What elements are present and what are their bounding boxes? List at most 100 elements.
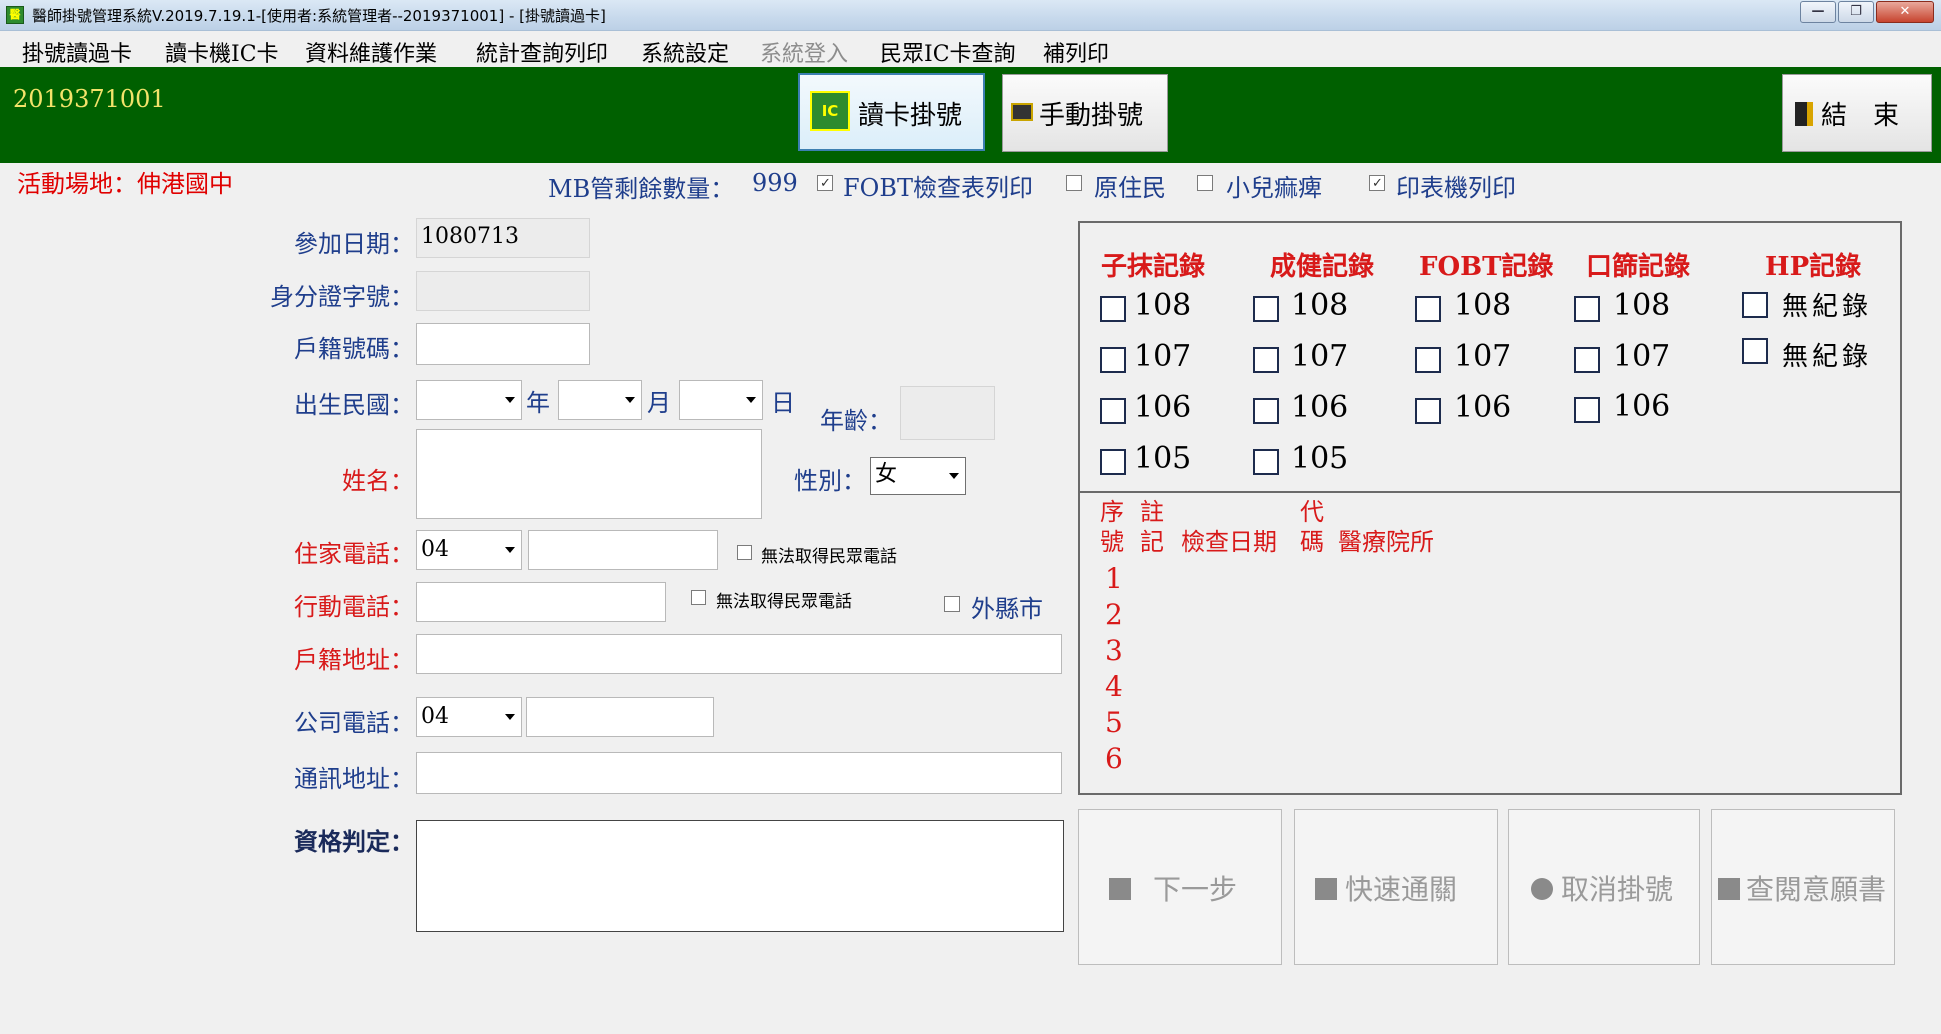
menu-data-maintenance[interactable]: 資料維護作業 [305, 36, 437, 68]
oral-106-label: 106 [1613, 389, 1671, 424]
view-consent-button[interactable]: 查閱意願書 [1711, 809, 1895, 965]
read-card-label: 讀卡掛號 [858, 101, 963, 131]
oral-record-header: 口篩記錄 [1586, 252, 1691, 282]
check-icon [1109, 878, 1131, 900]
cancel-registration-button[interactable]: 取消掛號 [1508, 809, 1700, 965]
menu-ic-card-query[interactable]: 民眾IC卡查詢 [880, 36, 1016, 68]
health-106-checkbox[interactable] [1253, 398, 1279, 424]
fobt-print-label: FOBT檢查表列印 [843, 174, 1033, 202]
minimize-button[interactable]: — [1800, 1, 1836, 23]
health-107-label: 107 [1291, 339, 1349, 374]
qualification-field[interactable] [416, 820, 1064, 932]
menu-statistics[interactable]: 統計查詢列印 [476, 36, 608, 68]
oral-107-checkbox[interactable] [1574, 347, 1600, 373]
chevron-down-icon [505, 714, 515, 720]
menu-registration[interactable]: 掛號讀過卡 [22, 36, 132, 68]
oral-108-label: 108 [1613, 288, 1671, 323]
health-108-checkbox[interactable] [1253, 296, 1279, 322]
name-label: 姓名： [342, 467, 414, 495]
birth-day-dropdown[interactable] [679, 380, 763, 420]
fast-pass-button[interactable]: 快速通關 [1294, 809, 1498, 965]
hp-record-1-checkbox[interactable] [1742, 292, 1768, 318]
pap-record-header: 子抹記錄 [1101, 252, 1206, 282]
pap-108-checkbox[interactable] [1100, 296, 1126, 322]
company-area-code-dropdown[interactable]: 04 [416, 697, 522, 737]
pap-107-label: 107 [1134, 339, 1192, 374]
fobt-106-checkbox[interactable] [1415, 398, 1441, 424]
fast-pass-label: 快速通關 [1345, 873, 1458, 906]
health-record-header: 成健記錄 [1270, 252, 1375, 282]
household-number-field[interactable] [416, 323, 590, 365]
polio-checkbox[interactable] [1197, 175, 1213, 191]
menu-card-reader[interactable]: 讀卡機IC卡 [165, 36, 279, 68]
company-phone-field[interactable] [526, 697, 714, 737]
gender-dropdown[interactable]: 女 [870, 457, 966, 495]
home-phone-label: 住家電話： [294, 540, 414, 568]
next-step-button[interactable]: 下一步 [1078, 809, 1282, 965]
col-seq-top: 序 [1100, 498, 1124, 526]
health-107-checkbox[interactable] [1253, 347, 1279, 373]
fobt-108-label: 108 [1454, 288, 1512, 323]
birth-month-dropdown[interactable] [558, 380, 642, 420]
no-mobile-phone-label: 無法取得民眾電話 [716, 592, 852, 612]
pap-105-checkbox[interactable] [1100, 449, 1126, 475]
exit-button[interactable]: 結 束 [1782, 74, 1932, 152]
age-field[interactable] [900, 386, 995, 440]
oral-108-checkbox[interactable] [1574, 296, 1600, 322]
manual-register-button[interactable]: 手動掛號 [1002, 74, 1168, 152]
hp-record-2-checkbox[interactable] [1742, 338, 1768, 364]
no-mobile-phone-checkbox[interactable] [691, 590, 706, 605]
read-card-button[interactable]: IC 讀卡掛號 [798, 73, 985, 151]
company-phone-label: 公司電話： [294, 709, 414, 737]
pap-106-checkbox[interactable] [1100, 398, 1126, 424]
menu-login: 系統登入 [760, 42, 849, 67]
out-of-county-label: 外縣市 [971, 595, 1043, 623]
menu-reprint[interactable]: 補列印 [1043, 36, 1109, 68]
health-106-label: 106 [1291, 390, 1349, 425]
out-of-county-checkbox[interactable] [944, 596, 960, 612]
gender-label: 性別： [794, 467, 866, 495]
aboriginal-checkbox[interactable] [1066, 175, 1082, 191]
birth-year-dropdown[interactable] [416, 380, 522, 420]
manual-register-label: 手動掛號 [1039, 101, 1144, 131]
row-5-seq: 5 [1105, 706, 1123, 739]
printer-print-checkbox[interactable] [1369, 175, 1385, 191]
mobile-phone-label: 行動電話： [294, 593, 414, 621]
pap-106-label: 106 [1134, 390, 1192, 425]
health-105-checkbox[interactable] [1253, 449, 1279, 475]
card-icon [1011, 103, 1033, 121]
check-icon [1315, 878, 1337, 900]
id-number-field[interactable] [416, 271, 590, 311]
pap-107-checkbox[interactable] [1100, 347, 1126, 373]
view-consent-label: 查閱意願書 [1746, 873, 1887, 906]
fobt-107-checkbox[interactable] [1415, 347, 1441, 373]
window-title: 醫師掛號管理系統V.2019.7.19.1-[使用者:系統管理者--201937… [32, 7, 606, 25]
home-phone-field[interactable] [528, 530, 718, 570]
cancel-registration-label: 取消掛號 [1561, 873, 1674, 906]
gender-value: 女 [875, 462, 898, 487]
no-home-phone-checkbox[interactable] [737, 545, 752, 560]
col-hospital: 醫療院所 [1338, 528, 1434, 556]
oral-106-checkbox[interactable] [1574, 397, 1600, 423]
menu-settings[interactable]: 系統設定 [641, 36, 729, 68]
mb-remaining-value: 999 [752, 169, 798, 197]
fobt-107-label: 107 [1454, 339, 1512, 374]
exit-label: 結 束 [1821, 101, 1900, 131]
join-date-field[interactable]: 1080713 [416, 218, 590, 258]
printer-print-label: 印表機列印 [1396, 174, 1516, 202]
qualification-label: 資格判定： [294, 827, 414, 856]
mail-address-field[interactable] [416, 752, 1062, 794]
name-field[interactable] [416, 429, 762, 519]
age-label: 年齡： [820, 407, 892, 435]
household-address-field[interactable] [416, 634, 1062, 674]
user-id: 2019371001 [13, 85, 166, 113]
mobile-phone-field[interactable] [416, 582, 666, 622]
fobt-print-checkbox[interactable] [817, 175, 833, 191]
ic-card-icon: IC [810, 91, 850, 131]
restore-button[interactable]: ❐ [1838, 1, 1874, 23]
home-area-code-dropdown[interactable]: 04 [416, 530, 522, 570]
id-number-label: 身分證字號： [270, 283, 414, 311]
fobt-108-checkbox[interactable] [1415, 296, 1441, 322]
close-button[interactable]: ✕ [1876, 1, 1934, 23]
hp-record-header: HP記錄 [1765, 252, 1862, 282]
